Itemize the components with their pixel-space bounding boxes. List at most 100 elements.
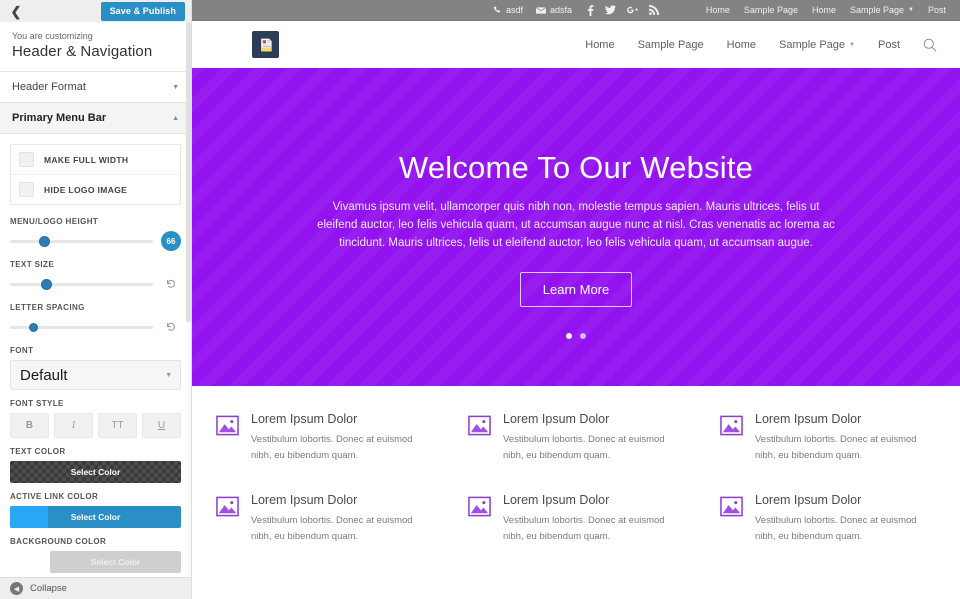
feature-card-text: Vestibulum lobortis. Donec at euismod ni… — [503, 515, 665, 543]
chevron-down-icon: ▼ — [908, 7, 914, 13]
feature-card: Lorem Ipsum Dolor Vestibulum lobortis. D… — [216, 412, 434, 463]
checkbox-make-full-width-label: MAKE FULL WIDTH — [44, 154, 129, 165]
slider-handle[interactable] — [28, 322, 38, 332]
site-preview: asdf adsfa Home Sample Page Home Sample … — [192, 0, 960, 599]
section-header-format[interactable]: Header Format ▼ — [0, 72, 191, 103]
feature-card: Lorem Ipsum Dolor Vestibulum lobortis. D… — [720, 412, 938, 463]
feature-card-title: Lorem Ipsum Dolor — [251, 412, 358, 426]
hero-content: Welcome To Our Website Vivamus ipsum vel… — [316, 150, 836, 340]
slider-text-size[interactable] — [10, 277, 153, 291]
menu-logo-height-value: 66 — [161, 231, 181, 251]
reset-icon[interactable] — [161, 317, 181, 337]
control-active-link-color-label: ACTIVE LINK COLOR — [10, 492, 99, 501]
control-background-color-label: BACKGROUND COLOR — [10, 537, 107, 546]
googleplus-icon[interactable] — [627, 5, 639, 15]
collapse-button[interactable]: ◀ Collapse — [0, 577, 191, 599]
nav-item-sample-page-2-label: Sample Page — [778, 38, 846, 51]
font-style-underline-button[interactable]: U — [142, 413, 181, 438]
control-menu-logo-height-label: MENU/LOGO HEIGHT — [10, 217, 99, 226]
facebook-icon[interactable] — [587, 4, 594, 16]
control-text-size: TEXT SIZE — [10, 260, 181, 294]
font-style-italic-button[interactable]: I — [54, 413, 93, 438]
sidebar-scrollbar[interactable] — [186, 22, 191, 577]
hero-heading: Welcome To Our Website — [398, 150, 754, 185]
carousel-dot-2[interactable] — [580, 333, 586, 340]
primary-menu-bar-controls: MAKE FULL WIDTH HIDE LOGO IMAGE MENU/LOG… — [0, 134, 191, 577]
image-placeholder-icon — [720, 414, 743, 463]
slider-letter-spacing[interactable] — [10, 320, 153, 334]
nav-item-sample-page-2[interactable]: Sample Page ▼ — [779, 39, 855, 51]
carousel-dot-1[interactable] — [566, 333, 572, 340]
checkbox-hide-logo-image[interactable]: HIDE LOGO IMAGE — [11, 175, 180, 204]
customizer-sidebar: ❮ Save & Publish You are customizing Hea… — [0, 0, 192, 599]
chevron-left-circle-icon: ◀ — [10, 582, 23, 595]
feature-card-text: Vestibulum lobortis. Donec at euismod ni… — [755, 434, 917, 461]
checkbox-make-full-width[interactable]: MAKE FULL WIDTH — [11, 145, 180, 175]
top-bar-nav-item-sample-page-1[interactable]: Sample Page — [744, 5, 798, 15]
checkbox-group: MAKE FULL WIDTH HIDE LOGO IMAGE — [10, 144, 181, 205]
section-primary-menu-bar[interactable]: Primary Menu Bar ▲ — [0, 103, 191, 134]
sidebar-scroll-area: You are customizing Header & Navigation … — [0, 22, 191, 577]
chevron-down-icon: ▼ — [849, 41, 855, 48]
site-header: Home Sample Page Home Sample Page ▼ Post — [192, 21, 960, 68]
top-bar-nav-item-home-2[interactable]: Home — [812, 5, 836, 15]
nav-item-sample-page-1[interactable]: Sample Page — [638, 39, 704, 51]
hero-paragraph: Vivamus ipsum velit, ullamcorper quis ni… — [317, 201, 835, 250]
sidebar-topbar: ❮ Save & Publish — [0, 0, 191, 22]
top-bar-phone[interactable]: asdf — [493, 5, 523, 15]
slider-handle[interactable] — [41, 278, 53, 290]
learn-more-button[interactable]: Learn More — [519, 272, 633, 308]
checkbox-box[interactable] — [19, 152, 34, 167]
customizing-header: You are customizing Header & Navigation — [0, 22, 191, 72]
top-bar-email[interactable]: adsfa — [535, 5, 572, 15]
chevron-down-icon: ▼ — [172, 83, 179, 91]
feature-card-title: Lorem Ipsum Dolor — [755, 412, 862, 426]
image-placeholder-icon — [720, 495, 743, 544]
carousel-dots — [316, 333, 836, 340]
slider-handle[interactable] — [38, 235, 50, 247]
top-bar-contact-group: asdf adsfa — [493, 4, 660, 16]
feature-card: Lorem Ipsum Dolor Vestibulum lobortis. D… — [468, 412, 686, 463]
customizer-screen: ❮ Save & Publish You are customizing Hea… — [0, 0, 960, 599]
font-style-uppercase-button[interactable]: TT — [98, 413, 137, 438]
top-bar-nav-item-sample-page-2[interactable]: Sample Page ▼ — [850, 5, 914, 15]
control-font-label: FONT — [10, 346, 34, 355]
background-color-button-label: Select Color — [90, 557, 141, 567]
text-color-select-button[interactable]: Select Color — [10, 461, 181, 483]
background-color-select-button[interactable]: Select Color — [50, 551, 181, 573]
reset-icon[interactable] — [161, 274, 181, 294]
preview-top-bar: asdf adsfa Home Sample Page Home Sample … — [192, 0, 960, 21]
top-bar-nav-item-home-1[interactable]: Home — [706, 5, 730, 15]
slider-menu-logo-height[interactable] — [10, 234, 153, 248]
feature-card-text: Vestibulum lobortis. Donec at euismod ni… — [251, 434, 413, 461]
twitter-icon[interactable] — [605, 5, 617, 15]
feature-card-text: Vestibulum lobortis. Donec at euismod ni… — [503, 434, 665, 461]
search-icon[interactable] — [923, 38, 937, 52]
chevron-left-icon[interactable]: ❮ — [8, 3, 24, 19]
top-bar-nav-item-post[interactable]: Post — [928, 5, 946, 15]
control-menu-logo-height: MENU/LOGO HEIGHT 66 — [10, 217, 181, 251]
checkbox-hide-logo-image-label: HIDE LOGO IMAGE — [44, 184, 128, 195]
sidebar-scrollbar-thumb[interactable] — [186, 22, 191, 322]
nav-item-home-2[interactable]: Home — [727, 39, 756, 51]
chevron-down-icon: ▼ — [165, 371, 172, 379]
active-link-color-select-button[interactable]: Select Color — [10, 506, 181, 528]
phone-icon — [493, 6, 502, 15]
site-logo[interactable] — [252, 31, 279, 58]
control-letter-spacing-label: LETTER SPACING — [10, 303, 85, 312]
feature-card: Lorem Ipsum Dolor Vestibulum lobortis. D… — [468, 493, 686, 544]
nav-item-home-1[interactable]: Home — [585, 39, 614, 51]
nav-item-post[interactable]: Post — [878, 39, 900, 51]
image-placeholder-icon — [468, 495, 491, 544]
rss-icon[interactable] — [649, 5, 660, 15]
font-style-bold-button[interactable]: B — [10, 413, 49, 438]
font-select[interactable]: Default ▼ — [10, 360, 181, 390]
top-bar-nav-item-sample-page-2-label: Sample Page — [849, 5, 905, 15]
checkbox-box[interactable] — [19, 182, 34, 197]
feature-card-text: Vestibulum lobortis. Donec at euismod ni… — [755, 515, 917, 543]
feature-card: Lorem Ipsum Dolor Vestibulum lobortis. D… — [720, 493, 938, 544]
active-link-color-button-label: Select Color — [70, 512, 121, 522]
save-and-publish-button[interactable]: Save & Publish — [100, 1, 185, 21]
feature-card-title: Lorem Ipsum Dolor — [251, 493, 358, 508]
control-active-link-color: ACTIVE LINK COLOR Select Color — [10, 492, 181, 528]
